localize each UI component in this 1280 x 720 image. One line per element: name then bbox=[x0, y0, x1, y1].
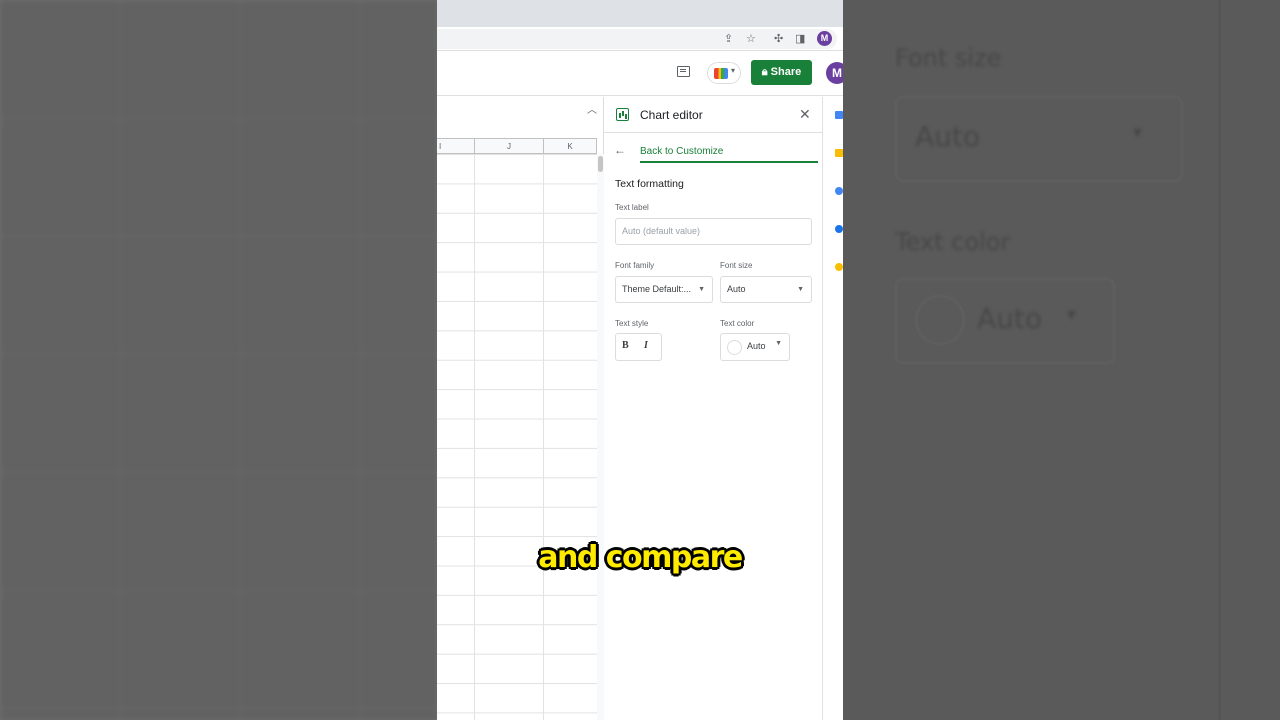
share-page-icon[interactable]: ⇪ bbox=[724, 32, 733, 46]
dropdown-caret-icon: ▼ bbox=[797, 286, 804, 293]
text-color-value: Auto bbox=[747, 341, 766, 351]
extensions-puzzle-icon[interactable]: ✣ bbox=[774, 32, 783, 46]
comment-history-icon[interactable] bbox=[677, 66, 690, 77]
chart-icon bbox=[616, 108, 629, 121]
close-icon[interactable]: ✕ bbox=[799, 106, 811, 123]
tab-underline bbox=[640, 161, 818, 163]
font-family-select[interactable]: Theme Default:... ▼ bbox=[615, 276, 713, 303]
text-style-group: B I bbox=[615, 333, 662, 361]
bg-text-color-label: Text color bbox=[895, 228, 1011, 256]
account-avatar[interactable]: M bbox=[826, 62, 843, 84]
collapse-chevron-up-icon[interactable]: ︿ bbox=[587, 101, 597, 116]
sheets-toolbar: ▾ 🔒︎ Share M bbox=[437, 52, 843, 96]
bold-button[interactable]: B bbox=[622, 340, 629, 351]
address-bar: ⇪ ☆ ✣ ◨ bbox=[437, 27, 843, 51]
bg-swatch bbox=[915, 295, 965, 345]
side-apps-rail bbox=[823, 97, 843, 720]
keep-icon[interactable] bbox=[835, 149, 843, 157]
share-label: Share bbox=[770, 66, 802, 78]
cell-grid[interactable] bbox=[437, 154, 597, 720]
side-panel-icon[interactable]: ◨ bbox=[795, 32, 805, 46]
bg-text-color-value: Auto bbox=[977, 302, 1043, 335]
back-to-customize-link[interactable]: Back to Customize bbox=[640, 146, 723, 157]
vertical-scrollbar[interactable] bbox=[597, 154, 604, 720]
meet-camera-icon bbox=[714, 68, 728, 79]
font-size-select[interactable]: Auto ▼ bbox=[720, 276, 812, 303]
lock-icon: 🔒︎ bbox=[761, 66, 768, 78]
text-label-label: Text label bbox=[615, 203, 649, 212]
dropdown-caret-icon: ▼ bbox=[775, 340, 782, 347]
chevron-down-icon: ▾ bbox=[731, 66, 736, 75]
browser-profile-avatar[interactable]: M bbox=[817, 31, 832, 46]
bg-caret-icon: ▾ bbox=[1067, 304, 1077, 325]
column-header-j[interactable]: J bbox=[475, 138, 544, 154]
contacts-icon[interactable] bbox=[835, 225, 843, 233]
text-color-select[interactable]: Auto ▼ bbox=[720, 333, 790, 361]
maps-icon[interactable] bbox=[835, 263, 843, 271]
column-header-k[interactable]: K bbox=[544, 138, 597, 154]
spreadsheet-grid-area: ︿ I J K bbox=[437, 97, 604, 720]
bg-font-size-label: Font size bbox=[895, 44, 1002, 72]
meet-button[interactable]: ▾ bbox=[707, 62, 741, 84]
back-arrow-icon[interactable]: ← bbox=[614, 143, 626, 157]
video-caption: and compare bbox=[538, 540, 743, 575]
calendar-icon[interactable] bbox=[835, 111, 843, 119]
bg-caret-icon: ▾ bbox=[1133, 122, 1143, 143]
column-header-i[interactable]: I bbox=[437, 138, 475, 154]
background-left-blur bbox=[0, 0, 437, 720]
browser-tabstrip bbox=[437, 0, 843, 27]
browser-window: ⇪ ☆ ✣ ◨ M ▾ 🔒︎ Share M ︿ I J K Chart edi… bbox=[437, 0, 843, 720]
bg-font-size-value: Auto bbox=[915, 120, 981, 153]
italic-button[interactable]: I bbox=[644, 340, 648, 351]
font-size-label: Font size bbox=[720, 261, 753, 270]
font-size-value: Auto bbox=[727, 284, 746, 294]
text-color-label: Text color bbox=[720, 319, 755, 328]
chart-editor-panel: Chart editor ✕ ← Back to Customize Text … bbox=[604, 97, 823, 720]
dropdown-caret-icon: ▼ bbox=[698, 286, 705, 293]
font-family-value: Theme Default:... bbox=[622, 284, 692, 294]
color-swatch bbox=[727, 340, 742, 355]
text-style-label: Text style bbox=[615, 319, 649, 328]
text-label-input[interactable]: Auto (default value) bbox=[615, 218, 812, 245]
back-to-customize-tab[interactable]: ← Back to Customize bbox=[604, 140, 823, 164]
scroll-thumb[interactable] bbox=[598, 156, 603, 172]
background-right-blur: Font size Auto ▾ Text color Auto ▾ bbox=[843, 0, 1280, 720]
chart-editor-header: Chart editor ✕ bbox=[604, 97, 823, 133]
section-title: Text formatting bbox=[615, 178, 684, 190]
bookmark-star-icon[interactable]: ☆ bbox=[746, 32, 756, 46]
share-button[interactable]: 🔒︎ Share bbox=[751, 60, 812, 85]
chart-editor-title: Chart editor bbox=[640, 108, 703, 122]
font-family-label: Font family bbox=[615, 261, 655, 270]
tasks-icon[interactable] bbox=[835, 187, 843, 195]
